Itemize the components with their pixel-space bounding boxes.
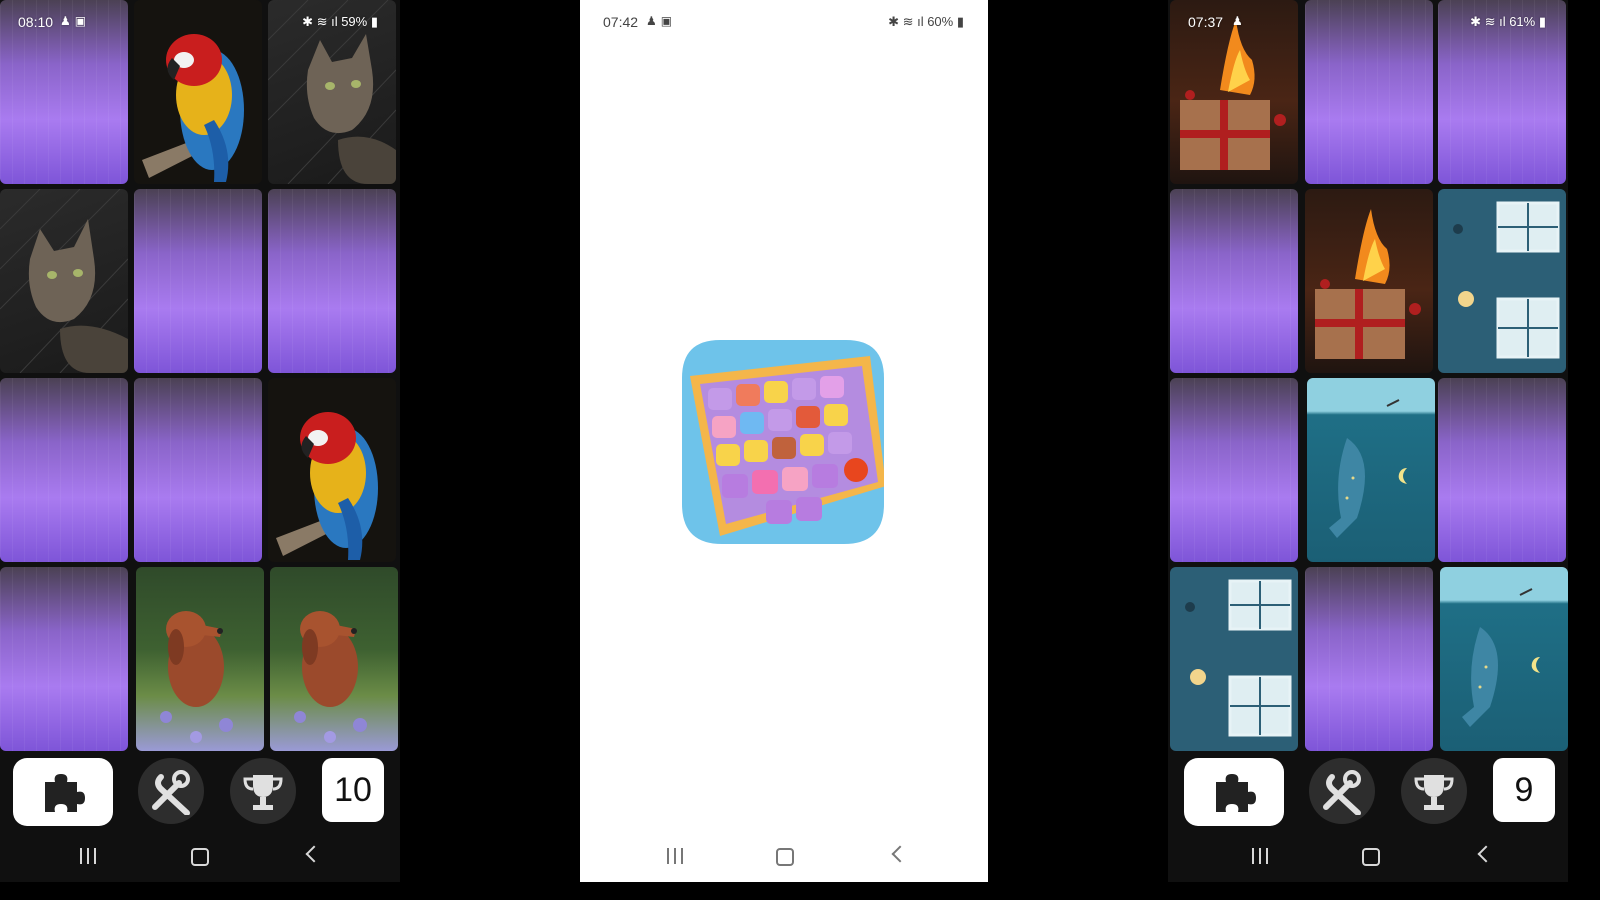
puzzle-piece-icon [1216,774,1256,812]
snowy-window-image [1185,579,1292,737]
card-face-down[interactable] [1170,189,1298,373]
status-bar: 08:10 ♟▣ ✱ ≋ ıl 59% ▮ [0,0,400,44]
recent-apps-icon[interactable] [1250,848,1270,864]
card-dog[interactable] [270,567,398,751]
battery-percent: 60% [927,14,954,29]
status-time: 07:42 [603,14,639,30]
notification-icons: ♟▣ [646,14,677,28]
middle-phone-splash-screen: 07:42 ♟▣ ✱ ≋ ıl 60% ▮ [580,0,988,882]
leaderboard-button[interactable] [1401,758,1467,824]
tools-button[interactable] [138,758,204,824]
card-cat[interactable] [0,189,128,373]
card-parrot[interactable] [268,378,396,562]
whale-image [1329,399,1407,538]
status-right: ✱ ≋ ıl 61% ▮ [1470,14,1546,29]
right-phone-screen: 07:37 ♟ ✱ ≋ ıl 61% ▮ 9 [1168,0,1568,882]
cat-image [0,189,128,373]
memory-card-grid [0,0,400,751]
recent-apps-icon[interactable] [78,848,98,864]
system-nav-bar [0,830,400,882]
system-nav-bar [1168,830,1568,882]
card-fireplace-gift[interactable] [1305,189,1433,373]
moves-counter: 10 [322,758,384,822]
card-snowy-window[interactable] [1170,567,1298,751]
memory-card-grid [1168,0,1568,751]
fireplace-gift-image [1315,209,1421,359]
battery-percent: 59% [341,14,368,29]
home-icon[interactable] [191,848,209,866]
battery-percent: 61% [1509,14,1536,29]
trophy-icon [1414,775,1454,810]
system-nav-bar [580,830,988,882]
back-icon[interactable] [1477,845,1495,863]
dog-image [294,611,367,743]
notification-icons: ♟ [1232,14,1247,28]
status-right: ✱ ≋ ıl 60% ▮ [888,14,964,29]
game-toolbar: 10 [0,750,400,830]
wrench-screwdriver-icon [1323,770,1361,815]
card-dog[interactable] [136,567,264,751]
status-bar: 07:42 ♟▣ ✱ ≋ ıl 60% ▮ [580,0,988,44]
card-face-down[interactable] [134,378,262,562]
card-face-down[interactable] [134,189,262,373]
dog-image [160,611,233,743]
puzzle-piece-icon [45,774,85,812]
puzzle-button[interactable] [1184,758,1284,826]
whale-image [1462,588,1540,727]
tools-button[interactable] [1309,758,1375,824]
back-icon[interactable] [305,845,323,863]
left-phone-screen: 08:10 ♟▣ ✱ ≋ ıl 59% ▮ 10 [0,0,400,882]
leaderboard-button[interactable] [230,758,296,824]
status-right: ✱ ≋ ıl 59% ▮ [302,14,378,29]
wrench-screwdriver-icon [152,770,190,815]
card-face-down[interactable] [1438,378,1566,562]
card-face-down[interactable] [1170,378,1298,562]
card-snowy-window[interactable] [1438,189,1566,373]
card-whale[interactable] [1307,378,1435,562]
puzzle-button[interactable] [13,758,113,826]
card-face-down[interactable] [1305,567,1433,751]
card-face-down[interactable] [268,189,396,373]
card-face-down[interactable] [0,378,128,562]
status-time: 08:10 [18,14,54,30]
game-toolbar: 9 [1168,750,1568,830]
trophy-icon [243,775,283,810]
match-puzzle-app-icon [682,340,884,544]
recent-apps-icon[interactable] [665,848,685,864]
notification-icons: ♟▣ [60,14,91,28]
home-icon[interactable] [1362,848,1380,866]
moves-counter: 9 [1493,758,1555,822]
status-bar: 07:37 ♟ ✱ ≋ ıl 61% ▮ [1168,0,1568,44]
status-time: 07:37 [1188,14,1224,30]
snowy-window-image [1453,201,1560,359]
back-icon[interactable] [891,845,909,863]
card-whale[interactable] [1440,567,1568,751]
card-face-down[interactable] [0,567,128,751]
parrot-image [276,412,378,560]
home-icon[interactable] [776,848,794,866]
